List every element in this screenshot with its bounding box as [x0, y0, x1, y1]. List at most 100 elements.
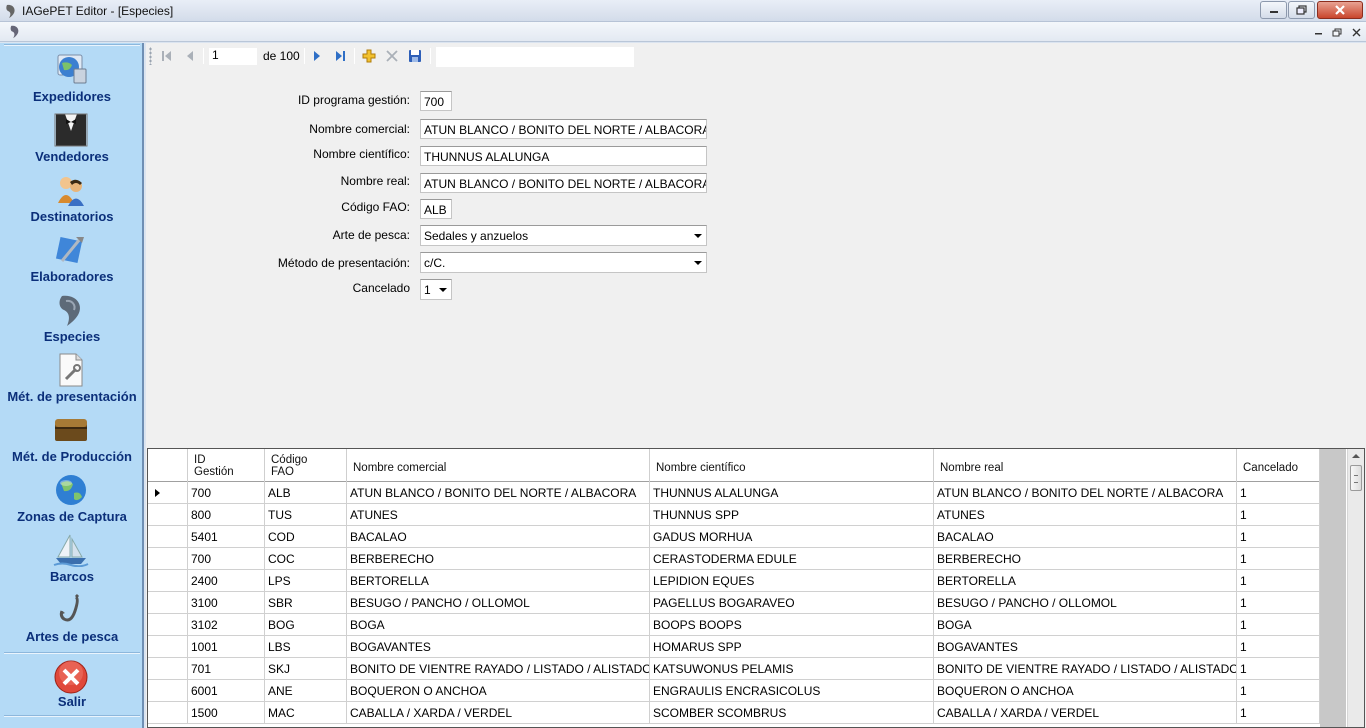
nombre-cientifico-field[interactable]: THUNNUS ALALUNGA	[420, 146, 707, 166]
cell-id-gestion[interactable]: 700	[188, 548, 265, 570]
cell-nombre-comercial[interactable]: BERBERECHO	[347, 548, 650, 570]
cell-codigo-fao[interactable]: COC	[265, 548, 347, 570]
sidebar-item-elaboradores[interactable]: Elaboradores	[0, 229, 144, 289]
column-header-codigo-fao[interactable]: Código FAO	[265, 449, 347, 482]
cell-codigo-fao[interactable]: MAC	[265, 702, 347, 724]
cell-cancelado[interactable]: 1	[1237, 614, 1320, 636]
cell-nombre-cientifico[interactable]: KATSUWONUS PELAMIS	[650, 658, 934, 680]
cell-nombre-real[interactable]: ATUN BLANCO / BONITO DEL NORTE / ALBACOR…	[934, 482, 1237, 504]
sidebar-item-metodo-produccion[interactable]: Mét. de Producción	[0, 409, 144, 469]
move-previous-button[interactable]	[181, 47, 199, 65]
cell-cancelado[interactable]: 1	[1237, 504, 1320, 526]
metodo-presentacion-select[interactable]: c/C.	[420, 252, 707, 273]
nombre-real-field[interactable]: ATUN BLANCO / BONITO DEL NORTE / ALBACOR…	[420, 173, 707, 193]
cell-nombre-cientifico[interactable]: THUNNUS ALALUNGA	[650, 482, 934, 504]
data-grid[interactable]: ID Gestión Código FAO Nombre comercial Nomb…	[147, 448, 1365, 728]
cell-codigo-fao[interactable]: TUS	[265, 504, 347, 526]
delete-button[interactable]	[383, 47, 401, 65]
column-header-nombre-real[interactable]: Nombre real	[934, 449, 1237, 482]
row-header[interactable]	[148, 504, 188, 526]
cell-nombre-comercial[interactable]: ATUNES	[347, 504, 650, 526]
cell-id-gestion[interactable]: 800	[188, 504, 265, 526]
cell-nombre-comercial[interactable]: BESUGO / PANCHO / OLLOMOL	[347, 592, 650, 614]
move-next-button[interactable]	[308, 47, 326, 65]
cell-cancelado[interactable]: 1	[1237, 592, 1320, 614]
cell-nombre-cientifico[interactable]: PAGELLUS BOGARAVEO	[650, 592, 934, 614]
cell-cancelado[interactable]: 1	[1237, 680, 1320, 702]
arte-pesca-select[interactable]: Sedales y anzuelos	[420, 225, 707, 246]
cell-nombre-real[interactable]: BERBERECHO	[934, 548, 1237, 570]
nombre-comercial-field[interactable]: ATUN BLANCO / BONITO DEL NORTE / ALBACOR…	[420, 119, 707, 139]
sidebar-item-barcos[interactable]: Barcos	[0, 529, 144, 589]
row-header[interactable]	[148, 592, 188, 614]
restore-button[interactable]	[1288, 1, 1315, 19]
cell-cancelado[interactable]: 1	[1237, 526, 1320, 548]
chevron-down-icon[interactable]	[694, 234, 702, 238]
cell-nombre-cientifico[interactable]: GADUS MORHUA	[650, 526, 934, 548]
cell-nombre-real[interactable]: BOQUERON O ANCHOA	[934, 680, 1237, 702]
cell-nombre-real[interactable]: CABALLA / XARDA / VERDEL	[934, 702, 1237, 724]
cell-cancelado[interactable]: 1	[1237, 548, 1320, 570]
child-close-button[interactable]	[1348, 24, 1364, 40]
child-minimize-button[interactable]	[1310, 24, 1326, 40]
move-first-button[interactable]	[158, 47, 176, 65]
cell-nombre-cientifico[interactable]: ENGRAULIS ENCRASICOLUS	[650, 680, 934, 702]
column-header-cancelado[interactable]: Cancelado	[1237, 449, 1320, 482]
cell-nombre-cientifico[interactable]: THUNNUS SPP	[650, 504, 934, 526]
toolbar-grip[interactable]	[149, 47, 152, 65]
cell-codigo-fao[interactable]: ALB	[265, 482, 347, 504]
table-row[interactable]: 6001 ANE BOQUERON O ANCHOA ENGRAULIS ENCRAS…	[148, 680, 1346, 702]
cell-nombre-cientifico[interactable]: CERASTODERMA EDULE	[650, 548, 934, 570]
cell-id-gestion[interactable]: 1500	[188, 702, 265, 724]
column-header-nombre-cientifico[interactable]: Nombre científico	[650, 449, 934, 482]
cell-codigo-fao[interactable]: BOG	[265, 614, 347, 636]
move-last-button[interactable]	[331, 47, 349, 65]
cell-nombre-comercial[interactable]: ATUN BLANCO / BONITO DEL NORTE / ALBACOR…	[347, 482, 650, 504]
cell-nombre-real[interactable]: ATUNES	[934, 504, 1237, 526]
cell-nombre-real[interactable]: BESUGO / PANCHO / OLLOMOL	[934, 592, 1237, 614]
cell-id-gestion[interactable]: 701	[188, 658, 265, 680]
cell-nombre-cientifico[interactable]: HOMARUS SPP	[650, 636, 934, 658]
row-header[interactable]	[148, 526, 188, 548]
sidebar-item-especies[interactable]: Especies	[0, 289, 144, 349]
codigo-fao-field[interactable]: ALB	[420, 199, 452, 219]
row-header[interactable]	[148, 680, 188, 702]
cell-nombre-cientifico[interactable]: LEPIDION EQUES	[650, 570, 934, 592]
save-button[interactable]	[406, 47, 424, 65]
scroll-up-icon[interactable]	[1352, 454, 1360, 458]
table-row[interactable]: 800 TUS ATUNES THUNNUS SPP ATUNES 1	[148, 504, 1346, 526]
cell-cancelado[interactable]: 1	[1237, 636, 1320, 658]
row-header[interactable]	[148, 614, 188, 636]
row-header[interactable]	[148, 548, 188, 570]
cell-nombre-comercial[interactable]: BOGAVANTES	[347, 636, 650, 658]
cell-cancelado[interactable]: 1	[1237, 658, 1320, 680]
minimize-button[interactable]	[1260, 1, 1287, 19]
cell-cancelado[interactable]: 1	[1237, 702, 1320, 724]
toolbar-textbox[interactable]	[435, 46, 635, 68]
table-row[interactable]: 701 SKJ BONITO DE VIENTRE RAYADO / LISTADO…	[148, 658, 1346, 680]
cell-id-gestion[interactable]: 6001	[188, 680, 265, 702]
table-row[interactable]: 1500 MAC CABALLA / XARDA / VERDEL SCOMBER S…	[148, 702, 1346, 724]
cell-nombre-cientifico[interactable]: SCOMBER SCOMBRUS	[650, 702, 934, 724]
cell-codigo-fao[interactable]: SKJ	[265, 658, 347, 680]
cell-nombre-real[interactable]: BERTORELLA	[934, 570, 1237, 592]
sidebar-item-vendedores[interactable]: Vendedores	[0, 109, 144, 169]
cell-id-gestion[interactable]: 700	[188, 482, 265, 504]
cell-codigo-fao[interactable]: LBS	[265, 636, 347, 658]
row-header[interactable]	[148, 636, 188, 658]
scrollbar-thumb[interactable]	[1350, 465, 1362, 491]
cell-codigo-fao[interactable]: SBR	[265, 592, 347, 614]
table-row[interactable]: 5401 COD BACALAO GADUS MORHUA BACALAO 1	[148, 526, 1346, 548]
sidebar-item-expedidores[interactable]: Expedidores	[0, 49, 144, 109]
cell-nombre-real[interactable]: BACALAO	[934, 526, 1237, 548]
cell-id-gestion[interactable]: 3100	[188, 592, 265, 614]
cell-id-gestion[interactable]: 2400	[188, 570, 265, 592]
cell-cancelado[interactable]: 1	[1237, 570, 1320, 592]
id-programa-field[interactable]: 700	[420, 91, 452, 111]
table-row[interactable]: 3100 SBR BESUGO / PANCHO / OLLOMOL PAGELLUS…	[148, 592, 1346, 614]
sidebar-item-salir[interactable]: Salir	[0, 656, 144, 716]
cell-codigo-fao[interactable]: COD	[265, 526, 347, 548]
close-button[interactable]	[1317, 1, 1363, 19]
cell-nombre-real[interactable]: BOGAVANTES	[934, 636, 1237, 658]
cancelado-select[interactable]: 1	[420, 279, 452, 300]
